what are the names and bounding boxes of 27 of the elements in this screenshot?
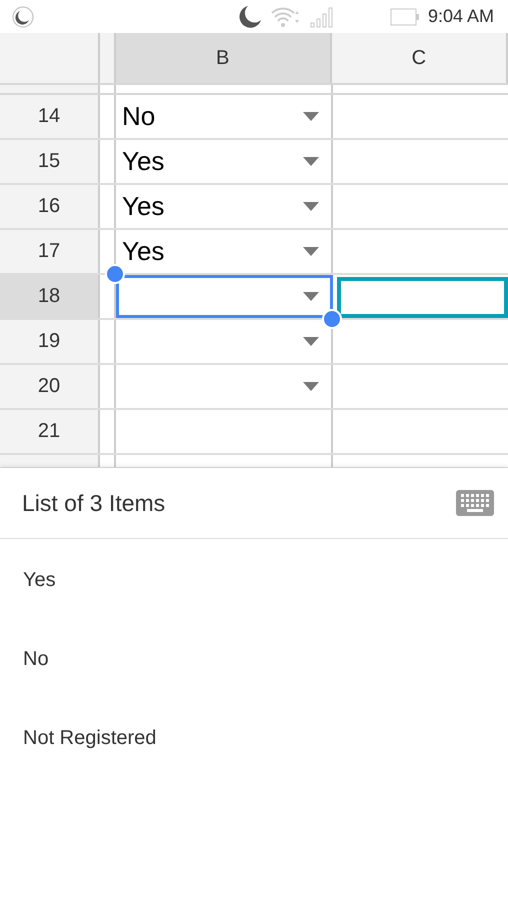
row-number[interactable]: 21 [0, 410, 100, 453]
do-not-disturb-moon-icon [238, 4, 262, 28]
status-time: 9:04 AM [428, 6, 494, 27]
moon-icon [12, 6, 34, 28]
dropdown-cell[interactable]: Yes [116, 185, 333, 228]
dropdown-cell[interactable] [116, 275, 333, 318]
list-option[interactable]: Not Registered [0, 699, 508, 778]
column-header[interactable]: C [332, 33, 508, 83]
row-number[interactable]: 16 [0, 185, 100, 228]
battery-icon [390, 6, 420, 26]
cell-cursor[interactable] [337, 277, 508, 318]
dropdown-cell[interactable]: Yes [116, 140, 333, 183]
row-number[interactable]: 17 [0, 230, 100, 273]
column-header[interactable]: B [116, 33, 332, 83]
row-number[interactable]: 14 [0, 95, 100, 138]
row-number[interactable]: 18 [0, 275, 100, 318]
wifi-icon [270, 4, 302, 28]
row-number[interactable]: 15 [0, 140, 100, 183]
list-option[interactable]: Yes [0, 541, 508, 620]
signal-icon [310, 6, 334, 28]
keyboard-icon[interactable] [456, 490, 494, 516]
dropdown-cell[interactable]: No [116, 95, 333, 138]
list-option[interactable]: No [0, 620, 508, 699]
sheet-title: List of 3 Items [22, 490, 166, 516]
selection-handle[interactable] [322, 309, 342, 329]
row-number[interactable]: 20 [0, 365, 100, 408]
row-number[interactable]: 19 [0, 320, 100, 363]
